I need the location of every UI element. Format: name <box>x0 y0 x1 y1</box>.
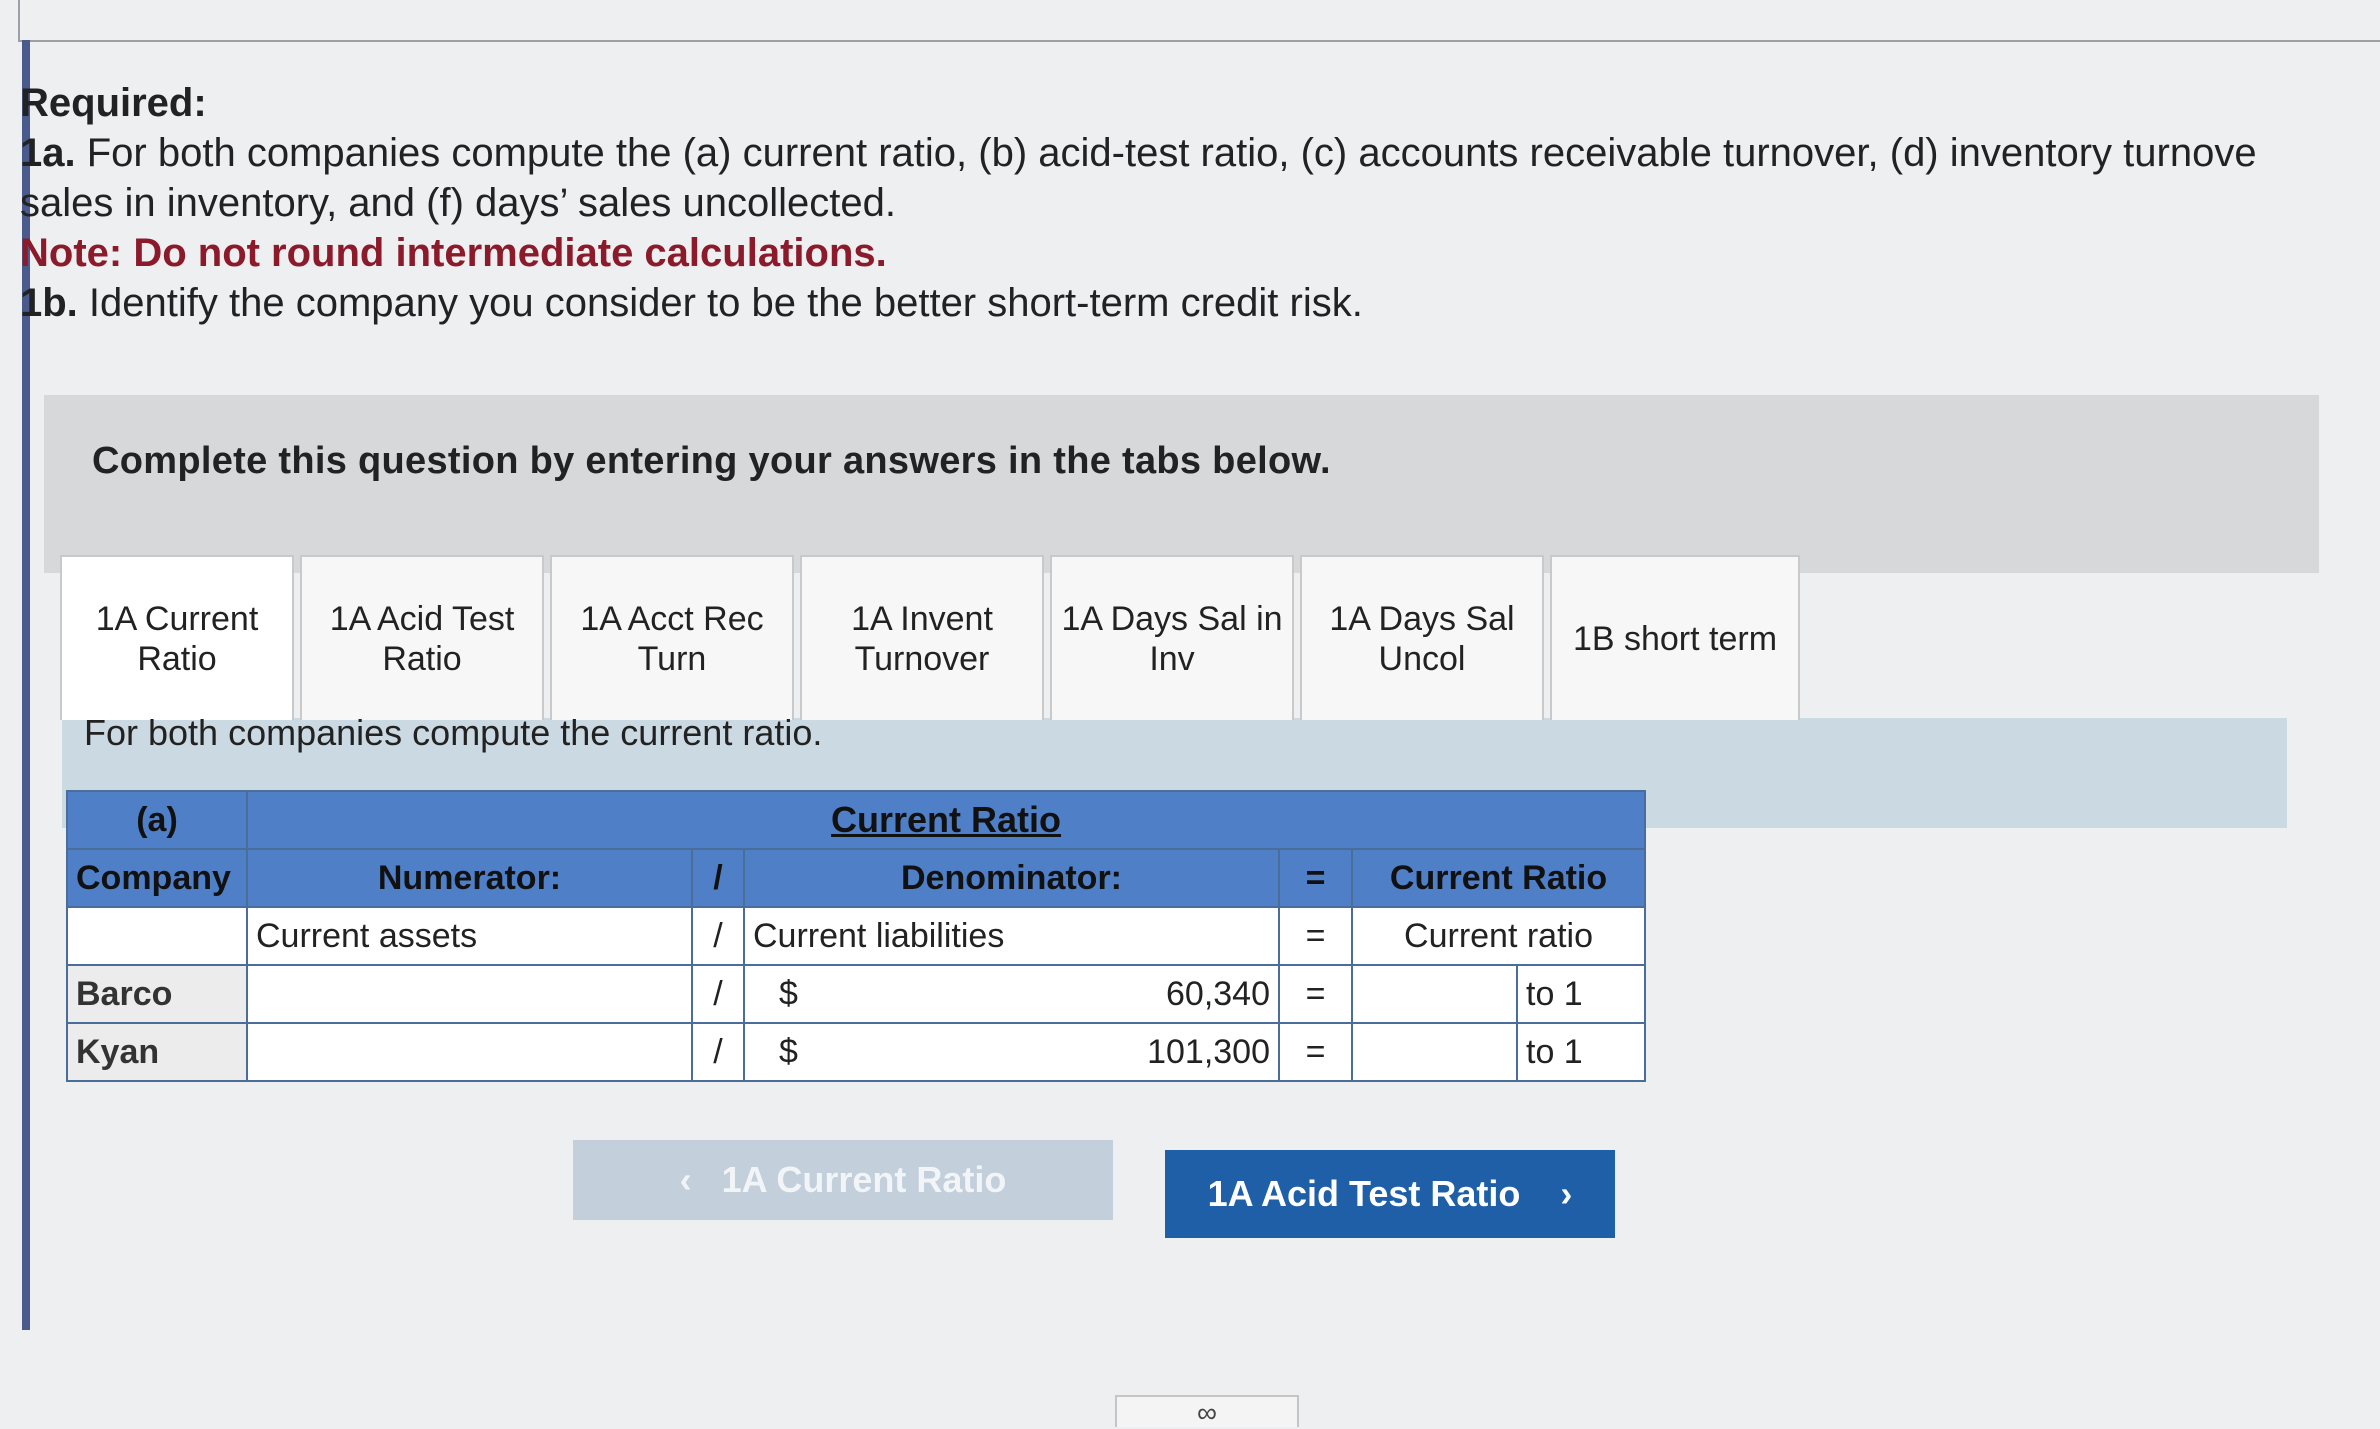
table-row: Barco / $60,340 = to 1 <box>66 964 1647 1024</box>
requirements-block: Required: 1a. For both companies compute… <box>20 78 2370 328</box>
table-row: Kyan / $101,300 = to 1 <box>66 1022 1647 1082</box>
top-divider <box>18 0 2380 42</box>
tab-1a-days-sal-in-inv[interactable]: 1A Days Sal in Inv <box>1050 555 1294 720</box>
divide-header: / <box>691 848 745 908</box>
numerator-header: Numerator: <box>246 848 693 908</box>
company-name: Barco <box>66 964 248 1024</box>
next-tab-label: 1A Acid Test Ratio <box>1207 1173 1521 1214</box>
ratio-suffix: to 1 <box>1515 964 1647 1024</box>
result-label: Current ratio <box>1350 906 1647 966</box>
prev-tab-label: 1A Current Ratio <box>721 1159 1007 1200</box>
tab-1a-acid-test-ratio[interactable]: 1A Acid Test Ratio <box>300 555 544 720</box>
barco-ratio-input[interactable] <box>1351 964 1518 1024</box>
chevron-left-icon: ‹ <box>679 1159 692 1200</box>
requirement-1b: 1b. Identify the company you consider to… <box>20 281 1363 325</box>
prev-tab-button[interactable]: ‹ 1A Current Ratio <box>573 1140 1113 1220</box>
link-icon[interactable]: ∞ <box>1115 1395 1299 1428</box>
divide-sign: / <box>691 1022 745 1082</box>
next-tab-button[interactable]: 1A Acid Test Ratio › <box>1165 1150 1615 1238</box>
requirement-1a: 1a. For both companies compute the (a) c… <box>20 131 2257 175</box>
kyan-numerator-input[interactable] <box>246 1022 693 1082</box>
part-label: (a) <box>66 790 248 850</box>
tab-1a-current-ratio[interactable]: 1A Current Ratio <box>60 555 294 720</box>
required-heading: Required: <box>20 81 207 125</box>
company-name: Kyan <box>66 1022 248 1082</box>
equals-sign: = <box>1278 906 1353 966</box>
label-row-company <box>66 906 248 966</box>
current-ratio-table: (a) Current Ratio Company Numerator: / D… <box>66 790 1647 1082</box>
equals-sign: = <box>1278 964 1353 1024</box>
table-title: Current Ratio <box>245 790 1647 850</box>
tab-1a-days-sal-uncol[interactable]: 1A Days Sal Uncol <box>1300 555 1544 720</box>
kyan-denominator-input[interactable]: $101,300 <box>743 1022 1280 1082</box>
kyan-ratio-input[interactable] <box>1351 1022 1518 1082</box>
tab-1a-acct-rec-turn[interactable]: 1A Acct Rec Turn <box>550 555 794 720</box>
barco-denominator-input[interactable]: $60,340 <box>743 964 1280 1024</box>
divide-sign: / <box>691 964 745 1024</box>
instruction-banner <box>44 395 2319 573</box>
chevron-right-icon: › <box>1560 1173 1573 1214</box>
currency-symbol: $ <box>779 1032 798 1071</box>
denominator-label-select[interactable]: Current liabilities <box>743 906 1280 966</box>
denominator-value: 101,300 <box>1147 1032 1270 1071</box>
tab-instruction: For both companies compute the current r… <box>84 712 823 753</box>
note-text: Note: Do not round intermediate calculat… <box>20 231 887 275</box>
denominator-header: Denominator: <box>743 848 1280 908</box>
barco-numerator-input[interactable] <box>246 964 693 1024</box>
equals-header: = <box>1278 848 1353 908</box>
company-header: Company <box>66 848 248 908</box>
banner-text: Complete this question by entering your … <box>92 440 1331 482</box>
divide-sign: / <box>691 906 745 966</box>
equals-sign: = <box>1278 1022 1353 1082</box>
denominator-value: 60,340 <box>1166 974 1270 1013</box>
result-header: Current Ratio <box>1350 848 1647 908</box>
tab-bar: 1A Current Ratio 1A Acid Test Ratio 1A A… <box>60 555 1806 720</box>
currency-symbol: $ <box>779 974 798 1013</box>
requirement-1a-cont: sales in inventory, and (f) days’ sales … <box>20 181 896 225</box>
ratio-suffix: to 1 <box>1515 1022 1647 1082</box>
tab-1a-invent-turnover[interactable]: 1A Invent Turnover <box>800 555 1044 720</box>
tab-1b-short-term[interactable]: 1B short term <box>1550 555 1800 720</box>
numerator-label-select[interactable]: Current assets <box>246 906 693 966</box>
